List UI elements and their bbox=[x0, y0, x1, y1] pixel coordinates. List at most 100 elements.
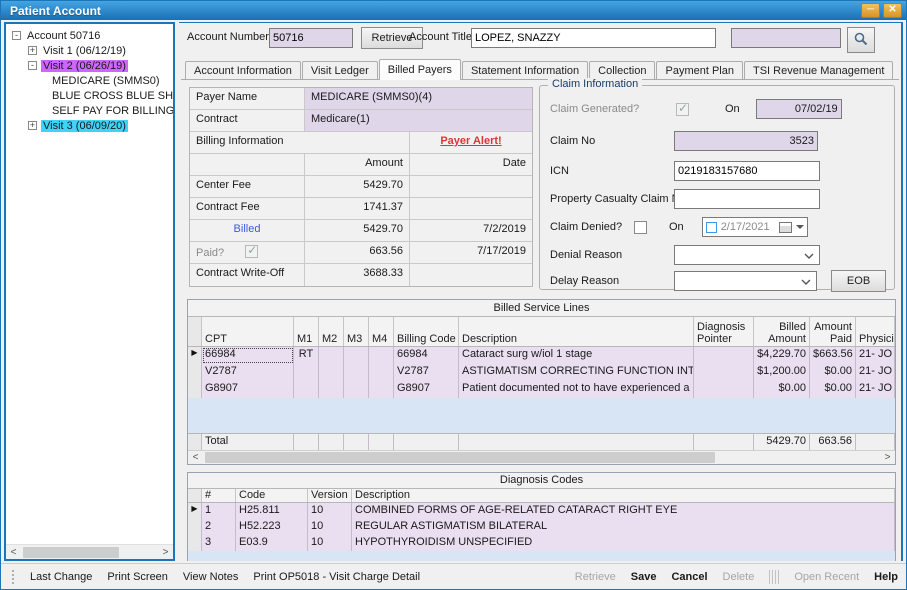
main-panel: Account Number Retrieve Account Title Ac… bbox=[179, 22, 903, 561]
tab-payment-plan[interactable]: Payment Plan bbox=[656, 61, 742, 80]
collapse-icon[interactable]: - bbox=[28, 61, 37, 70]
search-button[interactable] bbox=[847, 27, 875, 53]
row-selector bbox=[188, 519, 202, 535]
col-description[interactable]: Description bbox=[352, 489, 895, 502]
cancel-button[interactable]: Cancel bbox=[671, 571, 707, 583]
print-visit-charge-detail-button[interactable]: Print OP5018 - Visit Charge Detail bbox=[253, 571, 420, 583]
account-number-field[interactable] bbox=[269, 28, 353, 48]
expand-icon[interactable]: + bbox=[28, 46, 37, 55]
tree-item-visit-1[interactable]: + Visit 1 (06/12/19) bbox=[10, 43, 173, 58]
expand-icon[interactable]: + bbox=[28, 121, 37, 130]
row-selector bbox=[188, 364, 202, 381]
billed-service-lines-group: Billed Service Lines CPT M1 M2 M3 M4 Bil… bbox=[187, 299, 896, 465]
scroll-left-icon[interactable]: < bbox=[188, 452, 203, 463]
col-diagnosis-pointer[interactable]: Diagnosis Pointer bbox=[694, 317, 754, 346]
col-m2[interactable]: M2 bbox=[319, 317, 344, 346]
chevron-down-icon bbox=[801, 279, 811, 285]
col-billing-code[interactable]: Billing Code bbox=[394, 317, 459, 346]
collapse-icon[interactable]: - bbox=[12, 31, 21, 40]
tree-item-visit-3[interactable]: + Visit 3 (06/09/20) bbox=[10, 118, 173, 133]
contract-label: Contract bbox=[190, 110, 305, 131]
claim-denied-checkbox[interactable] bbox=[634, 221, 647, 234]
tab-billed-payers[interactable]: Billed Payers bbox=[379, 59, 461, 80]
col-billed-amount[interactable]: Billed Amount bbox=[754, 317, 810, 346]
help-button[interactable]: Help bbox=[874, 571, 898, 583]
property-casualty-claim-no-label: Property Casualty Claim No bbox=[550, 193, 676, 205]
close-icon[interactable]: ✕ bbox=[883, 3, 902, 18]
icn-field[interactable] bbox=[674, 161, 820, 181]
col-amount-paid[interactable]: Amount Paid bbox=[810, 317, 856, 346]
window-title: Patient Account bbox=[10, 4, 101, 18]
tree-item-account[interactable]: - Account 50716 bbox=[10, 28, 173, 43]
account-header-row: Account Number Retrieve Account Title bbox=[179, 27, 901, 51]
tree-horizontal-scrollbar[interactable]: < > bbox=[6, 544, 173, 559]
paid-label: Paid? bbox=[196, 247, 224, 259]
col-cpt[interactable]: CPT bbox=[202, 317, 294, 346]
denial-reason-label: Denial Reason bbox=[550, 249, 676, 261]
last-change-button[interactable]: Last Change bbox=[30, 571, 92, 583]
service-lines-horizontal-scrollbar[interactable]: < > bbox=[188, 450, 895, 464]
col-physician[interactable]: Physician bbox=[856, 317, 895, 346]
center-fee-label: Center Fee bbox=[190, 176, 305, 197]
service-line-row[interactable]: G8907 G8907 Patient documented not to ha… bbox=[188, 381, 895, 398]
scroll-right-icon[interactable]: > bbox=[158, 547, 173, 558]
date-column-header: Date bbox=[410, 154, 532, 175]
save-button[interactable]: Save bbox=[631, 571, 657, 583]
contract-writeoff-date bbox=[410, 264, 532, 286]
tab-account-information[interactable]: Account Information bbox=[185, 61, 301, 80]
blank-cell bbox=[190, 154, 305, 175]
property-casualty-claim-no-field[interactable] bbox=[674, 189, 820, 209]
diagnosis-row[interactable]: ▶ 1 H25.811 10 COMBINED FORMS OF AGE-REL… bbox=[188, 503, 895, 519]
diagnosis-row[interactable]: 2 H52.223 10 REGULAR ASTIGMATISM BILATER… bbox=[188, 519, 895, 535]
account-tree: - Account 50716 + Visit 1 (06/12/19) - V… bbox=[6, 24, 173, 133]
chevron-down-icon[interactable] bbox=[796, 225, 804, 229]
print-screen-button[interactable]: Print Screen bbox=[107, 571, 168, 583]
magnifier-icon bbox=[854, 32, 868, 46]
patient-account-window: Patient Account ─ ✕ - Account 50716 + Vi… bbox=[0, 0, 907, 590]
diagnosis-row[interactable]: 3 E03.9 10 HYPOTHYROIDISM UNSPECIFIED bbox=[188, 535, 895, 551]
scroll-right-icon[interactable]: > bbox=[880, 452, 895, 463]
contract-fee-label: Contract Fee bbox=[190, 198, 305, 219]
col-m1[interactable]: M1 bbox=[294, 317, 319, 346]
account-number-label: Account Number bbox=[187, 31, 269, 43]
tab-visit-ledger[interactable]: Visit Ledger bbox=[302, 61, 378, 80]
scroll-thumb[interactable] bbox=[23, 547, 119, 558]
payer-alert-link[interactable]: Payer Alert! bbox=[440, 135, 501, 147]
service-line-row[interactable]: ▶ 66984 RT 66984 Cataract surg w/iol 1 s… bbox=[188, 347, 895, 364]
col-m4[interactable]: M4 bbox=[369, 317, 394, 346]
selector-column-header bbox=[188, 317, 202, 346]
tree-item-payer-bcbs[interactable]: BLUE CROSS BLUE SH bbox=[10, 88, 173, 103]
tab-tsi-revenue-management[interactable]: TSI Revenue Management bbox=[744, 61, 893, 80]
claim-denied-date-picker[interactable]: 2/17/2021 bbox=[702, 217, 808, 237]
tree-item-visit-2-selected[interactable]: - Visit 2 (06/26/19) bbox=[10, 58, 173, 73]
amount-column-header: Amount bbox=[305, 154, 410, 175]
service-line-row[interactable]: V2787 V2787 ASTIGMATISM CORRECTING FUNCT… bbox=[188, 364, 895, 381]
scroll-left-icon[interactable]: < bbox=[6, 547, 21, 558]
account-title-field[interactable] bbox=[471, 28, 716, 48]
tree-item-payer-medicare[interactable]: MEDICARE (SMMS0) bbox=[10, 73, 173, 88]
date-enable-checkbox[interactable] bbox=[706, 222, 717, 233]
col-m3[interactable]: M3 bbox=[344, 317, 369, 346]
col-code[interactable]: Code bbox=[236, 489, 308, 502]
row-selector bbox=[188, 535, 202, 551]
payer-name-label: Payer Name bbox=[190, 88, 305, 109]
billed-link[interactable]: Billed bbox=[234, 223, 261, 235]
view-notes-button[interactable]: View Notes bbox=[183, 571, 238, 583]
retrieve-statusbar-button: Retrieve bbox=[575, 571, 616, 583]
paid-checkbox: ✓ bbox=[245, 245, 258, 258]
billed-date: 7/2/2019 bbox=[410, 220, 532, 241]
col-description[interactable]: Description bbox=[459, 317, 694, 346]
col-number[interactable]: # bbox=[202, 489, 236, 502]
contract-value: Medicare(1) bbox=[305, 110, 532, 131]
total-label: Total bbox=[202, 434, 294, 450]
denial-reason-dropdown[interactable] bbox=[674, 245, 820, 265]
minimize-icon[interactable]: ─ bbox=[861, 3, 880, 18]
col-version[interactable]: Version bbox=[308, 489, 352, 502]
delay-reason-label: Delay Reason bbox=[550, 275, 676, 287]
paid-date: 7/17/2019 bbox=[410, 242, 532, 263]
scroll-thumb[interactable] bbox=[205, 452, 715, 463]
tree-item-payer-selfpay[interactable]: SELF PAY FOR BILLING bbox=[10, 103, 173, 118]
claim-denied-on-label: On bbox=[669, 221, 684, 233]
eob-button[interactable]: EOB bbox=[831, 270, 886, 292]
delay-reason-dropdown[interactable] bbox=[674, 271, 817, 291]
